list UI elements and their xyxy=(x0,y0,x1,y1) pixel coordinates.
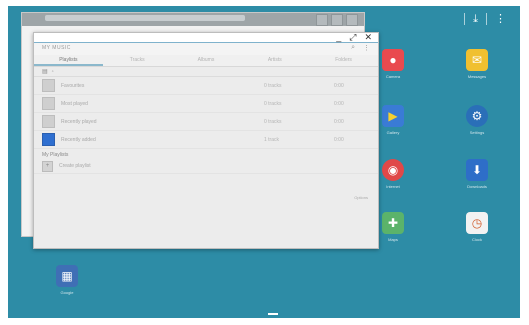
status-divider xyxy=(486,13,487,25)
internet-icon: ◉ xyxy=(382,159,404,181)
create-playlist-button[interactable]: + Create playlist xyxy=(34,159,378,174)
app-maps[interactable]: ✚ Maps xyxy=(374,212,412,242)
music-window[interactable]: _ ⤢ ✕ MY MUSIC ⌕ ⋮ Playlists Tracks Albu… xyxy=(33,32,379,249)
playlist-thumbnail xyxy=(42,97,55,110)
maps-icon: ✚ xyxy=(382,212,404,234)
status-divider xyxy=(464,13,466,25)
status-bar: ⤓ ⋮ xyxy=(464,13,506,25)
app-google[interactable]: ▦ Google xyxy=(48,265,86,295)
app-title: MY MUSIC xyxy=(42,45,71,51)
google-folder-icon: ▦ xyxy=(56,265,78,287)
app-downloads[interactable]: ⬇ Downloads xyxy=(458,159,496,189)
tab-albums[interactable]: Albums xyxy=(172,55,241,66)
sort-icon[interactable]: ◦ xyxy=(52,69,54,75)
more-options-icon[interactable]: ⋮ xyxy=(363,44,370,52)
search-icon[interactable]: ⌕ xyxy=(351,44,355,52)
music-window-titlebar[interactable]: _ ⤢ ✕ xyxy=(34,33,378,43)
tab-bar: Playlists Tracks Albums Artists Folders xyxy=(34,55,378,67)
app-clock[interactable]: ◷ Clock xyxy=(458,212,496,242)
more-vert-icon[interactable]: ⋮ xyxy=(495,13,506,25)
playlist-thumbnail xyxy=(42,133,55,146)
downloads-icon: ⬇ xyxy=(466,159,488,181)
app-camera[interactable]: ● Camera xyxy=(374,49,412,79)
list-item[interactable]: Recently played 0 tracks 0:00 xyxy=(34,113,378,131)
section-title: My Playlists xyxy=(42,152,69,158)
tab-playlists[interactable]: Playlists xyxy=(34,55,103,66)
messages-icon: ✉ xyxy=(466,49,488,71)
playlist-thumbnail xyxy=(42,79,55,92)
background-window-title xyxy=(45,15,245,21)
settings-icon: ⚙ xyxy=(466,105,488,127)
gallery-icon: ▶ xyxy=(382,105,404,127)
tab-folders[interactable]: Folders xyxy=(309,55,378,66)
background-close-button[interactable] xyxy=(346,14,358,26)
background-minimize-button[interactable] xyxy=(316,14,328,26)
select-icon[interactable]: ▤ xyxy=(42,68,48,75)
app-internet[interactable]: ◉ Internet xyxy=(374,159,412,189)
app-bar: MY MUSIC ⌕ ⋮ xyxy=(34,43,378,55)
close-icon[interactable]: ✕ xyxy=(364,33,372,42)
list-item[interactable]: Favourites 0 tracks 0:00 xyxy=(34,77,378,95)
app-messages[interactable]: ✉ Messages xyxy=(458,49,496,79)
minimize-icon[interactable]: _ xyxy=(336,33,341,42)
app-settings[interactable]: ⚙ Settings xyxy=(458,105,496,135)
background-window-titlebar[interactable] xyxy=(22,13,364,26)
home-indicator[interactable] xyxy=(268,313,278,315)
plus-icon: + xyxy=(42,160,53,172)
background-maximize-button[interactable] xyxy=(331,14,343,26)
download-icon[interactable]: ⤓ xyxy=(473,13,478,25)
list-item[interactable]: Recently added 1 track 0:00 xyxy=(34,131,378,149)
clock-icon: ◷ xyxy=(466,212,488,234)
camera-icon: ● xyxy=(382,49,404,71)
maximize-icon[interactable]: ⤢ xyxy=(349,33,356,42)
list-item[interactable]: Most played 0 tracks 0:00 xyxy=(34,95,378,113)
tab-tracks[interactable]: Tracks xyxy=(103,55,172,66)
app-gallery[interactable]: ▶ Gallery xyxy=(374,105,412,135)
options-link[interactable]: Options xyxy=(354,195,368,200)
playlist-thumbnail xyxy=(42,115,55,128)
desktop-screen: ⤓ ⋮ ● Camera ✉ Messages ▶ Gallery ⚙ Sett… xyxy=(8,6,520,318)
tab-artists[interactable]: Artists xyxy=(240,55,309,66)
list-toolbar: ▤ ◦ xyxy=(34,67,378,77)
